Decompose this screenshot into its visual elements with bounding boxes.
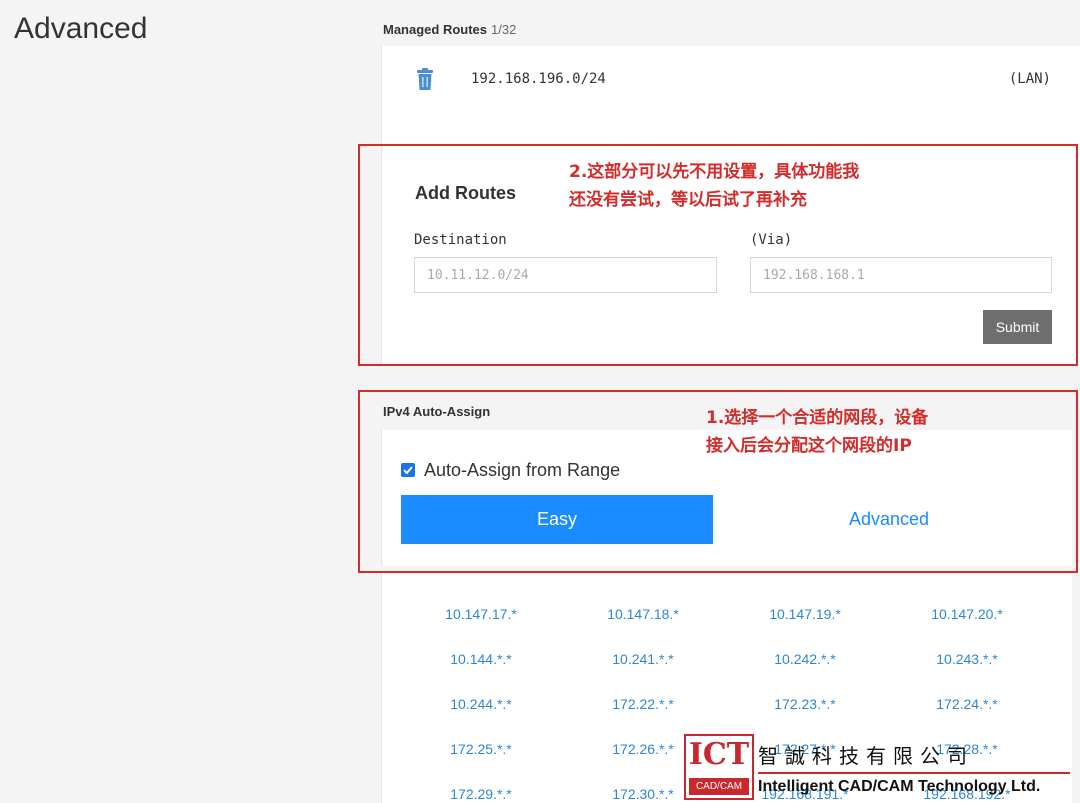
tab-easy[interactable]: Easy — [401, 495, 713, 544]
ict-logo: ICT CAD/CAM — [684, 734, 754, 800]
ict-logo-text: ICT — [688, 737, 750, 772]
company-watermark: ICT CAD/CAM 智誠科技有限公司 Intelligent CAD/CAM… — [684, 734, 1080, 803]
range-option[interactable]: 172.23.*.* — [725, 696, 885, 712]
via-input[interactable] — [750, 257, 1052, 293]
submit-button[interactable]: Submit — [983, 310, 1052, 344]
destination-input[interactable] — [414, 257, 717, 293]
range-option[interactable]: 172.25.*.* — [401, 741, 561, 757]
route-ip: 192.168.196.0/24 — [471, 71, 606, 87]
via-label: (Via) — [750, 232, 793, 248]
range-option[interactable]: 10.147.17.* — [401, 606, 561, 622]
tab-advanced[interactable]: Advanced — [730, 495, 1048, 544]
managed-routes-label: Managed Routes 1/32 — [383, 22, 516, 37]
annotation-note-1: 1.选择一个合适的网段，设备 接入后会分配这个网段的IP — [706, 404, 928, 460]
range-option[interactable]: 172.22.*.* — [563, 696, 723, 712]
route-row: 192.168.196.0/24 (LAN) — [415, 66, 1055, 96]
destination-label: Destination — [414, 232, 507, 248]
range-option[interactable]: 10.147.20.* — [887, 606, 1047, 622]
range-option[interactable]: 10.241.*.* — [563, 651, 723, 667]
range-option[interactable]: 10.243.*.* — [887, 651, 1047, 667]
managed-routes-count: 1/32 — [491, 22, 517, 37]
range-option[interactable]: 10.147.19.* — [725, 606, 885, 622]
annotation-note-2-line1: 2.这部分可以先不用设置，具体功能我 — [569, 162, 860, 182]
range-option[interactable]: 10.242.*.* — [725, 651, 885, 667]
page-title: Advanced — [14, 12, 148, 45]
range-option[interactable]: 10.144.*.* — [401, 651, 561, 667]
annotation-note-2-line2: 还没有尝试，等以后试了再补充 — [569, 190, 807, 210]
annotation-note-1-line1: 1.选择一个合适的网段，设备 — [706, 408, 929, 428]
range-option[interactable]: 10.244.*.* — [401, 696, 561, 712]
range-option[interactable]: 172.24.*.* — [887, 696, 1047, 712]
company-name-cn: 智誠科技有限公司 — [758, 744, 974, 768]
range-option[interactable]: 172.29.*.* — [401, 786, 561, 802]
managed-routes-title: Managed Routes — [383, 22, 488, 37]
ipv4-auto-assign-label: IPv4 Auto-Assign — [383, 404, 491, 419]
annotation-note-1-line2: 接入后会分配这个网段的IP — [706, 436, 912, 456]
route-tag: (LAN) — [1008, 71, 1051, 87]
annotation-note-2: 2.这部分可以先不用设置，具体功能我 还没有尝试，等以后试了再补充 — [569, 158, 859, 214]
auto-assign-checkbox-label: Auto-Assign from Range — [424, 460, 621, 480]
watermark-divider — [758, 772, 1070, 774]
range-option[interactable]: 10.147.18.* — [563, 606, 723, 622]
ict-logo-sub: CAD/CAM — [689, 778, 749, 795]
add-routes-heading: Add Routes — [415, 183, 516, 203]
trash-icon[interactable] — [415, 68, 435, 92]
company-name-en: Intelligent CAD/CAM Technology Ltd. — [758, 778, 1041, 795]
auto-assign-checkbox[interactable] — [401, 463, 415, 477]
